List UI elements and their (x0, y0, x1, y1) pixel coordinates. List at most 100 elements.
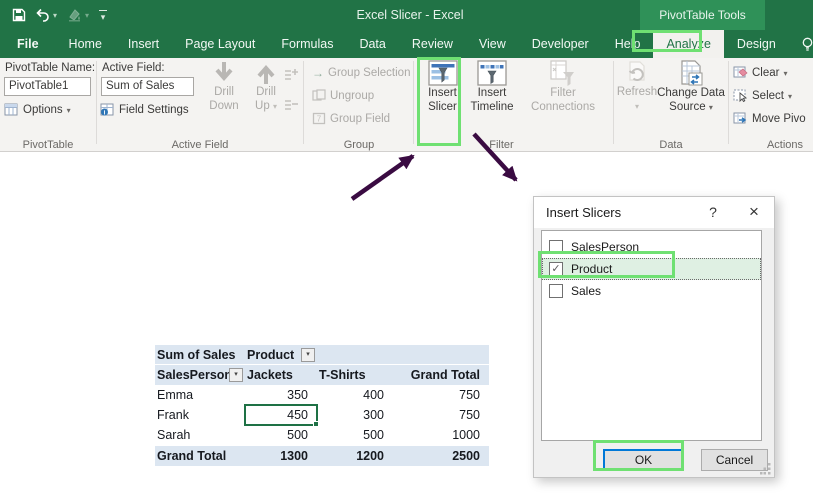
select-button[interactable]: Select ▾ (733, 89, 792, 103)
pivot-value-cell[interactable]: 350 (245, 385, 317, 405)
move-pivottable-button[interactable]: Move Pivo (733, 112, 806, 126)
save-icon[interactable] (12, 8, 26, 22)
undo-button[interactable]: ▾ (36, 8, 57, 22)
pivot-value-cell[interactable]: 1000 (393, 425, 489, 445)
tab-view[interactable]: View (466, 30, 519, 58)
pivot-value-cell[interactable]: 1200 (317, 446, 393, 466)
tab-help[interactable]: Help (602, 30, 654, 58)
drill-down-icon (213, 60, 235, 86)
pivot-value-cell[interactable]: 2500 (393, 446, 489, 466)
group-field-icon: 7 (312, 112, 326, 125)
quick-access-toolbar: ▾ ▾ ▾ (12, 0, 107, 30)
drill-up-button: Drill Up ▾ (246, 60, 286, 113)
pivot-value-cell[interactable]: 500 (245, 425, 317, 445)
move-pivottable-icon (733, 112, 748, 126)
salesperson-checkbox[interactable] (549, 240, 563, 254)
sales-label: Sales (571, 284, 601, 298)
tab-page-layout[interactable]: Page Layout (172, 30, 268, 58)
insert-timeline-button[interactable]: Insert Timeline (468, 60, 516, 114)
pivot-row-label[interactable]: Frank (155, 405, 245, 425)
pivot-header-row-2: SalesPerson ▾ Jackets T-Shirts Grand Tot… (155, 365, 489, 385)
collapse-field-icon (284, 98, 299, 112)
group-separator (613, 61, 614, 144)
dialog-help-button[interactable]: ? (704, 204, 722, 220)
pivottable-name-input[interactable]: PivotTable1 (4, 77, 91, 96)
clear-button[interactable]: Clear ▾ (733, 66, 788, 80)
refresh-button: Refresh ▾ (618, 60, 656, 113)
selected-cell[interactable]: 450 (245, 405, 317, 425)
ok-button[interactable]: OK (603, 449, 684, 471)
pivot-value-cell[interactable]: 750 (393, 385, 489, 405)
salesperson-filter-dropdown[interactable]: ▾ (229, 368, 243, 382)
product-checkbox[interactable]: ✓ (549, 262, 563, 276)
tab-design[interactable]: Design (724, 30, 789, 58)
tab-analyze[interactable]: Analyze (653, 30, 723, 58)
pivot-value-cell[interactable]: 500 (317, 425, 393, 445)
group-separator (413, 61, 414, 144)
actions-group-label: Actions (757, 139, 813, 152)
select-icon (733, 89, 748, 103)
pivottable-name-label: PivotTable Name: (5, 62, 95, 74)
sales-checkbox[interactable] (549, 284, 563, 298)
options-button[interactable]: Options ▾ (4, 103, 71, 117)
change-data-source-button[interactable]: Change Data Source ▾ (656, 60, 726, 114)
group-field-button: 7 Group Field (312, 112, 390, 125)
customize-qat-button[interactable]: ▾ (99, 10, 107, 21)
pivot-row-label[interactable]: Emma (155, 385, 245, 405)
paint-bucket-button: ▾ (67, 8, 89, 22)
pivot-value-cell[interactable]: 1300 (245, 446, 317, 466)
pivot-values-cell[interactable]: Sum of Sales (155, 345, 245, 364)
tab-formulas[interactable]: Formulas (268, 30, 346, 58)
field-settings-label: Field Settings (119, 104, 189, 116)
pivot-column-header[interactable]: Grand Total (393, 365, 489, 385)
active-field-input[interactable]: Sum of Sales (101, 77, 194, 96)
insert-slicer-button[interactable]: Insert Slicer (420, 60, 465, 114)
drill-up-icon (255, 60, 277, 86)
pivot-grand-total-row: Grand Total 1300 1200 2500 (155, 445, 489, 466)
pivot-data-row: Emma 350 400 750 (155, 385, 489, 405)
pivot-column-header[interactable]: Jackets (245, 365, 317, 385)
tab-file[interactable]: File (0, 30, 56, 58)
group-separator (96, 61, 97, 144)
dialog-close-button[interactable]: × (744, 202, 764, 222)
active-field-label: Active Field: (102, 62, 165, 74)
pivot-value-cell[interactable]: 400 (317, 385, 393, 405)
list-item-product[interactable]: ✓ Product (542, 258, 761, 280)
options-icon (4, 103, 19, 117)
select-label: Select (752, 90, 784, 102)
pivot-table: Sum of Sales Product ▾ SalesPerson ▾ Jac… (155, 345, 489, 466)
pivot-row-label[interactable]: Grand Total (155, 446, 245, 466)
pivottable-group-label: PivotTable (0, 139, 96, 152)
group-group-label: Group (304, 139, 414, 152)
pivot-column-header[interactable]: T-Shirts (317, 365, 393, 385)
list-item-salesperson[interactable]: SalesPerson (542, 236, 761, 258)
move-pivottable-label: Move Pivo (752, 113, 806, 125)
dialog-resize-grip[interactable] (760, 463, 772, 475)
tab-home[interactable]: Home (56, 30, 115, 58)
dialog-title-bar[interactable]: Insert Slicers ? × (534, 197, 774, 228)
tab-data[interactable]: Data (346, 30, 398, 58)
field-settings-button[interactable]: i Field Settings (100, 103, 189, 117)
pivot-empty-header-cell[interactable] (393, 345, 489, 364)
pivot-row-label[interactable]: Sarah (155, 425, 245, 445)
list-item-sales[interactable]: Sales (542, 280, 761, 302)
window-title: Excel Slicer - Excel (280, 0, 540, 30)
pivot-column-field-cell[interactable]: Product ▾ (245, 345, 317, 364)
options-label: Options (23, 104, 63, 116)
tab-review[interactable]: Review (399, 30, 466, 58)
pivot-empty-header-cell[interactable] (317, 345, 393, 364)
undo-icon (36, 8, 51, 22)
pivot-row-field-cell[interactable]: SalesPerson ▾ (155, 365, 245, 385)
ungroup-button: Ungroup (312, 89, 374, 102)
tab-developer[interactable]: Developer (519, 30, 602, 58)
ribbon-tab-bar: File Home Insert Page Layout Formulas Da… (0, 30, 813, 58)
pivot-value-cell[interactable]: 750 (393, 405, 489, 425)
pivot-value-cell[interactable]: 300 (317, 405, 393, 425)
undo-dropdown-caret[interactable]: ▾ (53, 11, 57, 20)
cancel-button[interactable]: Cancel (701, 449, 768, 471)
tell-me-box[interactable]: Tel (789, 30, 813, 58)
filter-connections-icon (549, 60, 577, 87)
tab-insert[interactable]: Insert (115, 30, 172, 58)
product-filter-dropdown[interactable]: ▾ (301, 348, 315, 362)
paint-bucket-icon (67, 8, 83, 22)
